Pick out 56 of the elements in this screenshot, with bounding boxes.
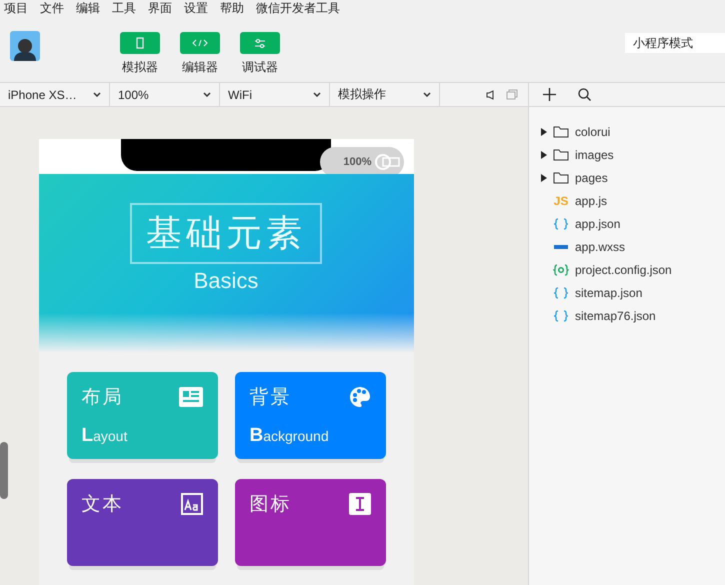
folder-item[interactable]: colorui [529, 120, 725, 143]
file-item[interactable]: sitemap.json [529, 281, 725, 304]
folder-item[interactable]: images [529, 143, 725, 166]
mode-select[interactable]: 小程序模式 [625, 33, 725, 53]
folder-icon [553, 148, 569, 161]
card-subtitle: Layout [82, 425, 128, 447]
banner-title: 基础元素 [130, 203, 322, 264]
nav-card[interactable]: 背景 Background [234, 372, 386, 459]
text-cursor-icon [348, 493, 370, 515]
card-title: 背景 [250, 386, 292, 410]
palette-icon [348, 386, 370, 408]
banner-subtitle: Basics [194, 268, 258, 294]
menu-item[interactable]: 帮助 [220, 0, 244, 16]
code-icon [192, 39, 208, 47]
stylesheet-file-icon [553, 242, 569, 250]
file-item[interactable]: sitemap76.json [529, 304, 725, 327]
js-file-icon: JS [553, 194, 569, 208]
menu-item[interactable]: 项目 [4, 0, 28, 16]
braces-icon [553, 310, 569, 322]
id-card-icon [178, 387, 202, 407]
chevron-down-icon [423, 92, 431, 97]
phone-icon [136, 37, 144, 49]
nav-card[interactable]: 图标 [234, 479, 386, 566]
scroll-handle[interactable] [0, 442, 8, 499]
menu-item[interactable]: 工具 [112, 0, 136, 16]
avatar[interactable] [10, 31, 40, 61]
chevron-down-icon [203, 92, 211, 97]
file-item[interactable]: JS app.js [529, 189, 725, 212]
menu-item[interactable]: 微信开发者工具 [256, 0, 340, 16]
menu-item[interactable]: 编辑 [76, 0, 100, 16]
text-format-icon [180, 493, 202, 515]
braces-icon [553, 218, 569, 230]
file-item[interactable]: app.wxss [529, 235, 725, 258]
file-item[interactable]: app.json [529, 212, 725, 235]
target-icon [374, 153, 400, 171]
folder-icon [553, 125, 569, 138]
menu-item[interactable]: 文件 [40, 0, 64, 16]
add-icon[interactable] [543, 88, 556, 101]
sliders-icon [254, 38, 266, 48]
card-subtitle: Background [250, 425, 330, 447]
braces-icon [553, 286, 569, 298]
battery-text: 100% [343, 156, 372, 168]
gear-braces-icon [553, 264, 569, 276]
chevron-down-icon [93, 92, 101, 97]
folder-icon [553, 171, 569, 184]
folder-item[interactable]: pages [529, 166, 725, 189]
nav-card[interactable]: 文本 [66, 479, 218, 566]
speaker-icon[interactable] [486, 90, 494, 100]
menu-item[interactable]: 界面 [148, 0, 172, 16]
card-title: 文本 [82, 493, 124, 517]
menu-item[interactable]: 设置 [184, 0, 208, 16]
card-title: 布局 [82, 386, 124, 410]
chevron-down-icon [313, 92, 321, 97]
file-item[interactable]: project.config.json [529, 258, 725, 281]
search-icon[interactable] [578, 88, 591, 101]
card-title: 图标 [250, 493, 292, 517]
